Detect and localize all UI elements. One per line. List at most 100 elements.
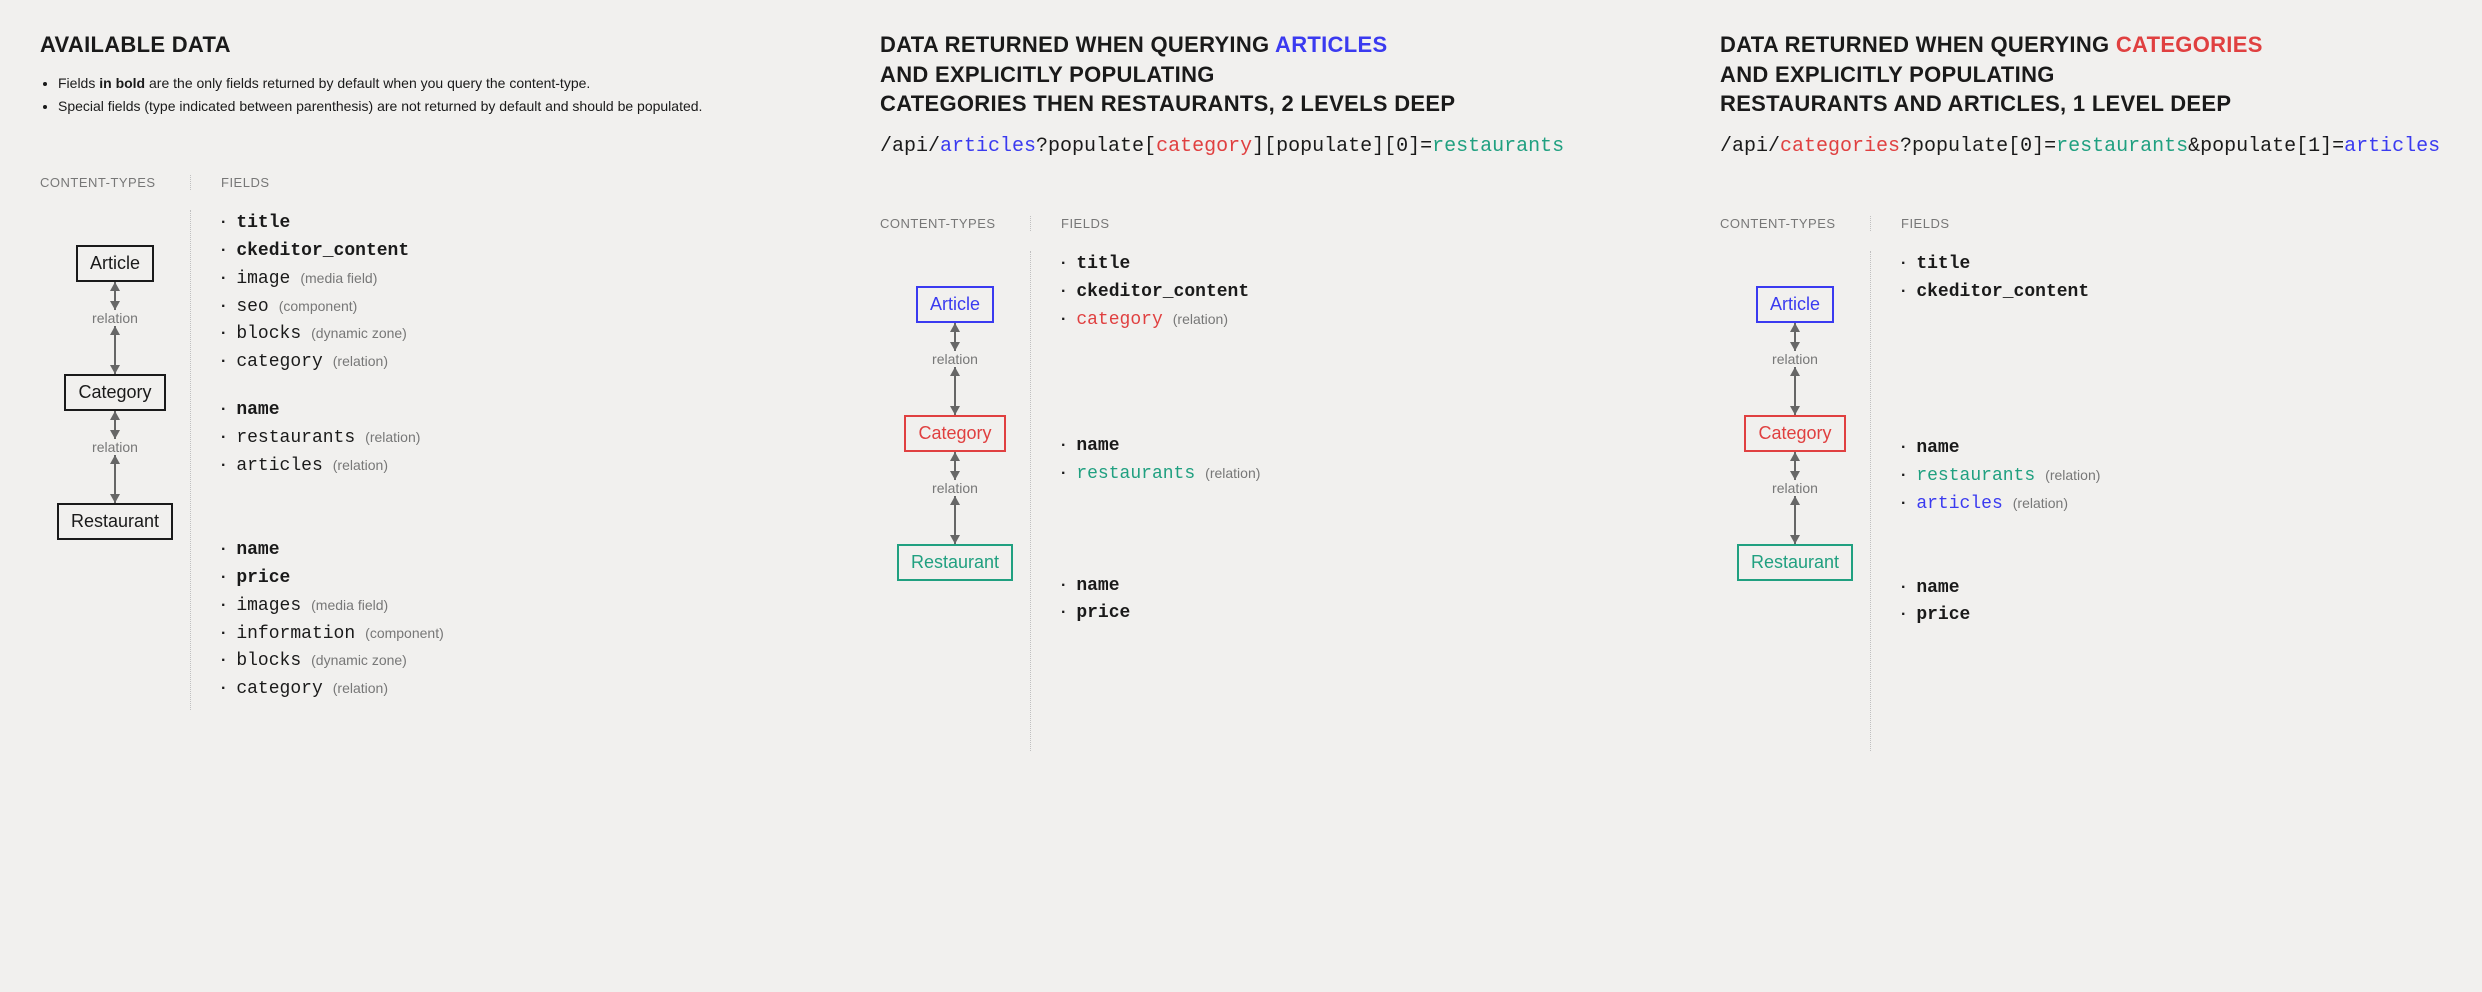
relation-label: relation — [1772, 480, 1818, 496]
field-name: title — [236, 210, 290, 238]
diagram-header: CONTENT-TYPES FIELDS — [880, 216, 1660, 231]
col3-api-url: /api/categories?populate[0]=restaurants&… — [1720, 135, 2482, 158]
restaurant-fields: name price — [1061, 573, 1660, 629]
header-fields: FIELDS — [1870, 216, 2482, 231]
field-name: ckeditor_content — [1076, 279, 1249, 307]
field-name: category — [236, 349, 322, 377]
field-type: (relation) — [2045, 465, 2100, 487]
field-name: blocks — [236, 648, 301, 676]
field-name: images — [236, 593, 301, 621]
col2-title: DATA RETURNED WHEN QUERYING ARTICLES AND… — [880, 30, 1660, 119]
desc-text: Fields in bold are the only fields retur… — [58, 75, 590, 91]
field-type: (relation) — [1205, 463, 1260, 485]
content-types-column: Article relation Category relation Resta… — [40, 210, 190, 710]
field-type: (media field) — [311, 595, 388, 617]
field-type: (component) — [365, 623, 444, 645]
field-type: (relation) — [2013, 493, 2068, 515]
field-type: (relation) — [1173, 309, 1228, 331]
category-fields: name restaurants(relation) — [1061, 433, 1660, 489]
field-name: image — [236, 266, 290, 294]
column-query-articles: DATA RETURNED WHEN QUERYING ARTICLES AND… — [880, 30, 1660, 751]
content-types-column: Article relation Category relation Resta… — [880, 251, 1030, 751]
col1-description: Fields in bold are the only fields retur… — [40, 74, 820, 117]
box-restaurant: Restaurant — [897, 544, 1013, 581]
field-name: name — [1916, 575, 1959, 603]
field-name: name — [236, 397, 279, 425]
field-name: articles — [236, 453, 322, 481]
restaurant-fields: name price images (media field) informati… — [221, 537, 820, 704]
article-fields: title ckeditor_content image(media field… — [221, 210, 820, 377]
fields-column: title ckeditor_content image (media field… — [190, 210, 820, 710]
field-name: price — [1076, 600, 1130, 628]
field-name: name — [1916, 435, 1959, 463]
content-types-column: Article relation Category relation Resta… — [1720, 251, 1870, 751]
article-fields: title ckeditor_content — [1901, 251, 2482, 307]
field-type: (relation) — [333, 351, 388, 373]
box-category: Category — [904, 415, 1005, 452]
arrow-icon — [1794, 367, 1796, 415]
arrow-icon — [114, 411, 116, 439]
field-name: price — [236, 565, 290, 593]
column-available-data: AVAILABLE DATA Fields in bold are the on… — [40, 30, 820, 751]
box-category: Category — [64, 374, 165, 411]
box-restaurant: Restaurant — [1737, 544, 1853, 581]
col3-diagram: Article relation Category relation Resta… — [1720, 251, 2482, 751]
col2-api-url: /api/articles?populate[category][populat… — [880, 135, 1660, 158]
header-fields: FIELDS — [1030, 216, 1660, 231]
relation-label: relation — [932, 480, 978, 496]
restaurant-fields: name price — [1901, 575, 2482, 631]
field-name: name — [236, 537, 279, 565]
arrow-icon — [1794, 496, 1796, 544]
box-restaurant: Restaurant — [57, 503, 173, 540]
field-name: price — [1916, 602, 1970, 630]
diagram-columns: AVAILABLE DATA Fields in bold are the on… — [40, 30, 2442, 751]
field-name: blocks — [236, 321, 301, 349]
field-name: category — [236, 676, 322, 704]
arrow-icon — [1794, 323, 1796, 351]
col3-title: DATA RETURNED WHEN QUERYING CATEGORIES A… — [1720, 30, 2482, 119]
field-type: (relation) — [333, 455, 388, 477]
relation-label: relation — [92, 310, 138, 326]
arrow-icon — [114, 455, 116, 503]
field-name: articles — [1916, 491, 2002, 519]
arrow-icon — [954, 367, 956, 415]
relation-label: relation — [92, 439, 138, 455]
box-category: Category — [1744, 415, 1845, 452]
relation-label: relation — [1772, 351, 1818, 367]
category-fields: name restaurants(relation) articles(rela… — [221, 397, 820, 481]
header-content-types: CONTENT-TYPES — [1720, 216, 1870, 231]
arrow-icon — [1794, 452, 1796, 480]
field-type: (relation) — [365, 427, 420, 449]
box-article: Article — [1756, 286, 1834, 323]
field-type: (relation) — [333, 678, 388, 700]
diagram-header: CONTENT-TYPES FIELDS — [40, 175, 820, 190]
col2-diagram: Article relation Category relation Resta… — [880, 251, 1660, 751]
relation-arrow: relation — [1772, 323, 1818, 415]
field-name: category — [1076, 307, 1162, 335]
header-fields: FIELDS — [190, 175, 820, 190]
header-content-types: CONTENT-TYPES — [40, 175, 190, 190]
header-content-types: CONTENT-TYPES — [880, 216, 1030, 231]
field-type: (dynamic zone) — [311, 323, 407, 345]
field-name: ckeditor_content — [236, 238, 409, 266]
arrow-icon — [954, 452, 956, 480]
col1-diagram: Article relation Category relation Resta… — [40, 210, 820, 710]
relation-arrow: relation — [92, 282, 138, 374]
relation-arrow: relation — [932, 452, 978, 544]
arrow-icon — [954, 496, 956, 544]
field-name: title — [1076, 251, 1130, 279]
fields-column: title ckeditor_content category (relation… — [1030, 251, 1660, 751]
column-query-categories: DATA RETURNED WHEN QUERYING CATEGORIES A… — [1720, 30, 2482, 751]
col1-title: AVAILABLE DATA — [40, 30, 820, 60]
relation-arrow: relation — [1772, 452, 1818, 544]
field-name: name — [1076, 573, 1119, 601]
box-article: Article — [916, 286, 994, 323]
diagram-header: CONTENT-TYPES FIELDS — [1720, 216, 2482, 231]
field-name: name — [1076, 433, 1119, 461]
field-name: restaurants — [1916, 463, 2035, 491]
field-name: restaurants — [236, 425, 355, 453]
field-name: information — [236, 621, 355, 649]
field-name: seo — [236, 294, 268, 322]
article-fields: title ckeditor_content category (relation… — [1061, 251, 1660, 335]
arrow-icon — [954, 323, 956, 351]
